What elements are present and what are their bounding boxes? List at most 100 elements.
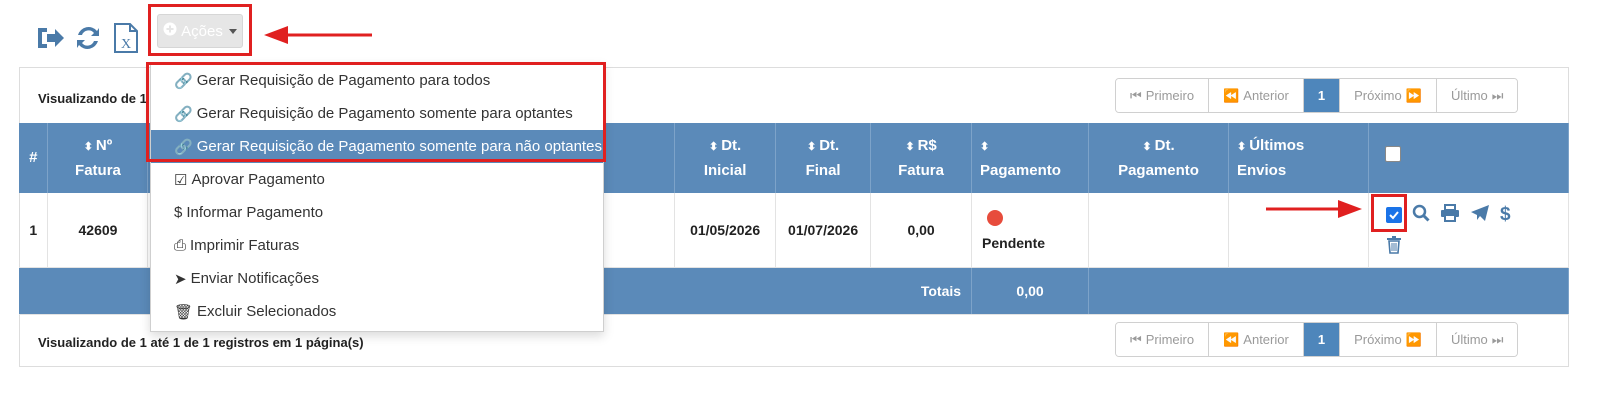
sort-icon: ⬍ [980, 140, 990, 153]
fast-backward-icon: ⏮ [1130, 331, 1142, 347]
link-icon: 🔗 [174, 72, 193, 90]
menu-item-gerar-todos[interactable]: 🔗 Gerar Requisição de Pagamento para todo… [151, 64, 603, 97]
cell-valor: 0,00 [870, 193, 973, 268]
menu-item-enviar-notificacoes[interactable]: ➤ Enviar Notificações [151, 262, 603, 295]
plus-circle-icon [163, 22, 177, 40]
cell-dt-inicial: 01/05/2026 [674, 193, 777, 268]
last-page-button[interactable]: Último ⏭ [1436, 79, 1518, 112]
forward-icon: ⏩ [1405, 331, 1422, 347]
menu-item-gerar-nao-optantes[interactable]: 🔗 Gerar Requisição de Pagamento somente p… [151, 130, 603, 163]
next-page-label: Próximo [1354, 88, 1402, 103]
payment-status: Pendente [982, 234, 1046, 251]
header-label: Envios [1237, 161, 1287, 179]
header-label: Dt. [721, 136, 742, 154]
fast-backward-icon: ⏮ [1130, 87, 1142, 103]
next-page-button[interactable]: Próximo ⏩ [1340, 323, 1437, 356]
header-label: Pagamento [980, 161, 1061, 179]
first-page-button[interactable]: ⏮ Primeiro [1116, 323, 1210, 356]
menu-item-informar-pagamento[interactable]: $ Informar Pagamento [151, 196, 603, 229]
column-header-ultimos-envios[interactable]: ⬍ Últimos Envios [1228, 123, 1369, 193]
actions-dropdown-button[interactable]: Ações [157, 14, 243, 48]
cell-dt-pagamento [1088, 193, 1229, 268]
previous-page-label: Anterior [1243, 332, 1289, 347]
menu-item-label: Excluir Selecionados [197, 303, 337, 320]
header-label: Fatura [898, 161, 944, 179]
menu-item-label: Imprimir Faturas [190, 237, 300, 254]
sort-icon: ⬍ [1142, 140, 1152, 153]
backward-icon: ⏪ [1223, 87, 1240, 103]
column-header-select-all [1368, 123, 1570, 193]
last-page-button[interactable]: Último ⏭ [1436, 323, 1518, 356]
last-page-label: Último [1450, 332, 1488, 347]
dollar-icon[interactable]: $ [1500, 204, 1511, 226]
trash-icon[interactable] [1386, 235, 1402, 257]
actions-dropdown-menu: 🔗 Gerar Requisição de Pagamento para todo… [150, 63, 604, 332]
forward-icon: ⏩ [1405, 87, 1422, 103]
sort-icon: ⬍ [1237, 140, 1247, 153]
dollar-icon: $ [174, 204, 183, 221]
menu-item-label: Informar Pagamento [186, 204, 324, 221]
trash-icon: 🗑 [174, 303, 194, 321]
check-square-icon: ☑ [174, 171, 188, 189]
header-label: Dt. [819, 136, 840, 154]
status-dot-icon [987, 209, 1004, 226]
caret-down-icon [228, 28, 237, 34]
first-page-label: Primeiro [1145, 88, 1195, 103]
header-label: R$ [917, 136, 937, 154]
menu-item-gerar-optantes[interactable]: 🔗 Gerar Requisição de Pagamento somente p… [151, 97, 603, 130]
column-header-dt-final[interactable]: ⬍ Dt. Final [775, 123, 872, 193]
header-label: Pagamento [1118, 161, 1199, 179]
sort-icon: ⬍ [905, 140, 915, 153]
sign-out-icon[interactable] [34, 22, 66, 54]
column-header-index: # [19, 123, 49, 193]
sort-icon: ⬍ [83, 140, 93, 153]
refresh-icon[interactable] [72, 22, 104, 54]
header-label: Final [805, 161, 841, 179]
cell-fatura: 42609 [47, 193, 149, 268]
next-page-label: Próximo [1354, 332, 1402, 347]
first-page-label: Primeiro [1145, 332, 1195, 347]
menu-item-label: Gerar Requisição de Pagamento somente pa… [196, 105, 573, 122]
excel-icon[interactable]: X [110, 22, 142, 54]
search-icon[interactable] [1412, 204, 1430, 225]
select-all-checkbox[interactable] [1384, 146, 1401, 162]
previous-page-button[interactable]: ⏪ Anterior [1209, 79, 1304, 112]
link-icon: 🔗 [174, 105, 193, 123]
current-page-button[interactable]: 1 [1303, 79, 1341, 112]
column-header-fatura[interactable]: ⬍ Nº Fatura [47, 123, 149, 193]
menu-item-label: Aprovar Pagamento [191, 171, 325, 188]
cell-index: 1 [19, 193, 49, 268]
header-label: Inicial [703, 161, 747, 179]
checkbox-highlight-box [1371, 194, 1407, 232]
paper-plane-icon: ➤ [174, 270, 187, 288]
header-label: Últimos [1249, 136, 1305, 154]
svg-text:X: X [121, 37, 131, 52]
first-page-button[interactable]: ⏮ Primeiro [1116, 79, 1210, 112]
annotation-arrow-right [1266, 200, 1362, 218]
next-page-button[interactable]: Próximo ⏩ [1340, 79, 1437, 112]
records-summary-bottom: Visualizando de 1 até 1 de 1 registros e… [38, 335, 364, 350]
actions-label: Ações [181, 22, 223, 40]
toolbar: X [34, 16, 142, 60]
previous-page-button[interactable]: ⏪ Anterior [1209, 323, 1304, 356]
sort-icon: ⬍ [806, 140, 817, 153]
paper-plane-icon[interactable] [1470, 204, 1490, 225]
header-label: Nº [95, 136, 113, 154]
cell-pagamento: Pendente [971, 193, 1090, 268]
menu-item-label: Gerar Requisição de Pagamento para todos [196, 72, 491, 89]
column-header-dt-pagamento[interactable]: ⬍ Dt. Pagamento [1088, 123, 1229, 193]
print-icon[interactable] [1440, 204, 1460, 225]
column-header-dt-inicial[interactable]: ⬍ Dt. Inicial [674, 123, 777, 193]
current-page-button[interactable]: 1 [1303, 323, 1341, 356]
print-icon: ⎙ [174, 237, 187, 254]
header-label: Dt. [1154, 136, 1175, 154]
column-header-pagamento[interactable]: ⬍ Pagamento [971, 123, 1090, 193]
column-header-valor[interactable]: ⬍ R$ Fatura [870, 123, 973, 193]
menu-item-aprovar-pagamento[interactable]: ☑ Aprovar Pagamento [151, 163, 603, 196]
menu-item-excluir-selecionados[interactable]: 🗑 Excluir Selecionados [151, 295, 603, 328]
fast-forward-icon: ⏭ [1491, 87, 1504, 103]
pagination-bottom: ⏮ Primeiro ⏪ Anterior 1 Próximo ⏩ Último ⏭ [1115, 322, 1519, 357]
menu-item-imprimir-faturas[interactable]: ⎙ Imprimir Faturas [151, 229, 603, 262]
records-summary-top: Visualizando de 1 [38, 91, 147, 106]
last-page-label: Último [1450, 88, 1488, 103]
